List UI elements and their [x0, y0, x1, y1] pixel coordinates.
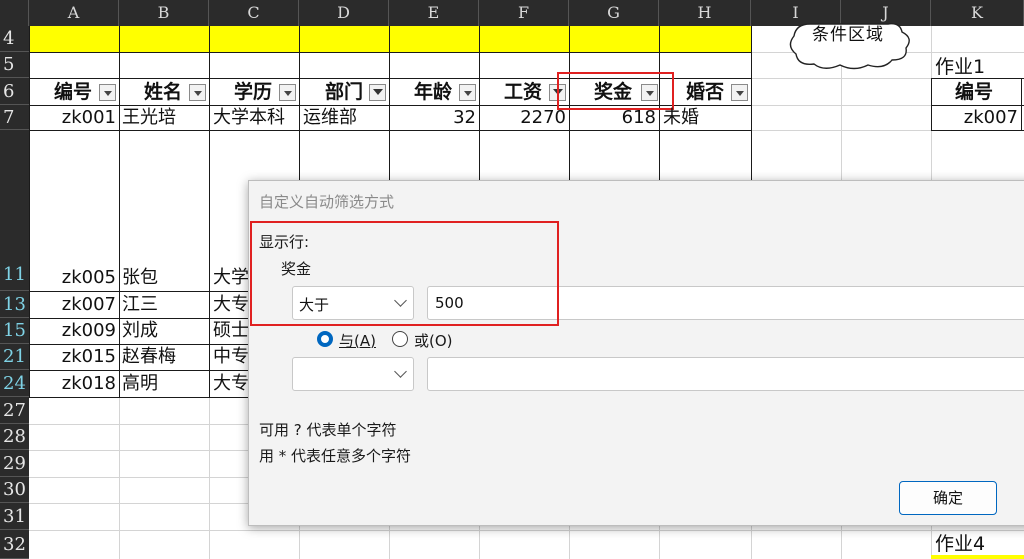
- header-cell-department[interactable]: 部门: [325, 80, 363, 104]
- row-header-24[interactable]: 24: [0, 370, 29, 397]
- cell-married-row7[interactable]: 未婚: [663, 106, 699, 130]
- cell-id-row15[interactable]: zk009: [29, 319, 119, 343]
- cell-id-row13[interactable]: zk007: [29, 293, 119, 317]
- col-header-b[interactable]: B: [119, 0, 209, 26]
- header-cell-married[interactable]: 婚否: [686, 80, 724, 104]
- col-header-c[interactable]: C: [209, 0, 299, 26]
- task4-label[interactable]: 作业4: [935, 532, 985, 556]
- header-cell-age[interactable]: 年龄: [414, 80, 452, 104]
- cell-id-row24[interactable]: zk018: [29, 372, 119, 396]
- row-header-32[interactable]: 32: [0, 530, 29, 559]
- filter-dropdown-age[interactable]: [459, 84, 476, 101]
- col-header-a[interactable]: A: [29, 0, 119, 26]
- cell-name-row24[interactable]: 高明: [122, 372, 158, 396]
- operator2-select[interactable]: [292, 357, 414, 391]
- row-header-29[interactable]: 29: [0, 450, 29, 477]
- table-border: [29, 52, 751, 53]
- and-radio-label[interactable]: 与(A): [339, 330, 376, 351]
- cell-education-row21[interactable]: 中专: [213, 345, 249, 369]
- cell-education-row11[interactable]: 大学: [213, 266, 249, 290]
- col-header-e[interactable]: E: [389, 0, 479, 26]
- row-header-13[interactable]: 13: [0, 291, 29, 318]
- highlight-box-bonus-header: [557, 72, 674, 110]
- task-table-border: [1021, 78, 1022, 130]
- filter-dropdown-married[interactable]: [731, 84, 748, 101]
- cell-education-row15[interactable]: 硕士: [213, 319, 249, 343]
- filter-active-funnel-icon[interactable]: [369, 84, 386, 101]
- header-cell-name[interactable]: 姓名: [144, 80, 182, 104]
- task1-header-id[interactable]: 编号: [955, 80, 993, 104]
- cell-education-row24[interactable]: 大专: [213, 372, 249, 396]
- highlight-box-dialog-criteria: [250, 221, 559, 326]
- or-radio[interactable]: [392, 331, 408, 347]
- header-cell-education[interactable]: 学历: [234, 80, 272, 104]
- row-header-21[interactable]: 21: [0, 344, 29, 370]
- row-header-11[interactable]: 11: [0, 130, 29, 291]
- table-border: [119, 26, 120, 397]
- row-header-4[interactable]: 4: [0, 26, 29, 52]
- cell-id-row21[interactable]: zk015: [29, 345, 119, 369]
- row-header-27[interactable]: 27: [0, 397, 29, 424]
- cell-name-row21[interactable]: 赵春梅: [122, 345, 176, 369]
- cloud-callout: 条件区域: [780, 18, 920, 70]
- hint-multi-char: 用 * 代表任意多个字符: [259, 447, 412, 465]
- cell-education-row13[interactable]: 大专: [213, 293, 249, 317]
- cell-name-row13[interactable]: 江三: [122, 293, 158, 317]
- col-header-g[interactable]: G: [569, 0, 659, 26]
- task1-label[interactable]: 作业1: [935, 55, 985, 79]
- ok-button[interactable]: 确定: [899, 481, 997, 515]
- row-header-15[interactable]: 15: [0, 318, 29, 344]
- gridline: [29, 530, 1024, 531]
- or-radio-label[interactable]: 或(O): [414, 330, 453, 351]
- filter-dropdown-education[interactable]: [279, 84, 296, 101]
- row-header-30[interactable]: 30: [0, 477, 29, 503]
- yellow-fill-task4: [931, 555, 1024, 559]
- cell-name-row15[interactable]: 刘成: [122, 319, 158, 343]
- cell-department-row7[interactable]: 运维部: [303, 106, 357, 130]
- col-header-d[interactable]: D: [299, 0, 389, 26]
- cell-id-row7[interactable]: zk001: [29, 106, 119, 130]
- table-border: [29, 130, 751, 131]
- row-header-5[interactable]: 5: [0, 52, 29, 78]
- task-table-border: [931, 78, 1024, 79]
- filter-dropdown-id[interactable]: [99, 84, 116, 101]
- task1-value-id[interactable]: zk007: [931, 106, 1021, 130]
- filter-dropdown-name[interactable]: [189, 84, 206, 101]
- cell-age-row7[interactable]: 32: [389, 106, 479, 130]
- value2-input[interactable]: [427, 357, 1024, 391]
- row-header-31[interactable]: 31: [0, 503, 29, 530]
- cell-salary-row7[interactable]: 2270: [479, 106, 569, 130]
- dialog-title: 自定义自动筛选方式: [259, 193, 395, 211]
- task-table-border: [931, 130, 1024, 131]
- cloud-callout-text: 条件区域: [812, 25, 884, 45]
- chevron-down-icon: [394, 365, 407, 378]
- and-radio[interactable]: [317, 331, 333, 347]
- table-border: [209, 26, 210, 397]
- col-header-f[interactable]: F: [479, 0, 569, 26]
- cell-bonus-row7[interactable]: 618: [569, 106, 659, 130]
- cell-education-row7[interactable]: 大学本科: [213, 106, 299, 130]
- cell-id-row11[interactable]: zk005: [29, 266, 119, 290]
- hint-single-char: 可用 ? 代表单个字符: [259, 421, 397, 439]
- corner-cell[interactable]: [0, 0, 29, 26]
- row-header-28[interactable]: 28: [0, 424, 29, 450]
- yellow-fill-row-4: [29, 26, 751, 52]
- col-header-h[interactable]: H: [659, 0, 751, 26]
- row-header-7[interactable]: 7: [0, 105, 29, 130]
- cell-name-row7[interactable]: 王光培: [122, 106, 176, 130]
- row-header-6[interactable]: 6: [0, 78, 29, 105]
- header-cell-salary[interactable]: 工资: [504, 80, 542, 104]
- col-header-k[interactable]: K: [931, 0, 1024, 26]
- cell-name-row11[interactable]: 张包: [122, 266, 158, 290]
- header-cell-id[interactable]: 编号: [54, 80, 92, 104]
